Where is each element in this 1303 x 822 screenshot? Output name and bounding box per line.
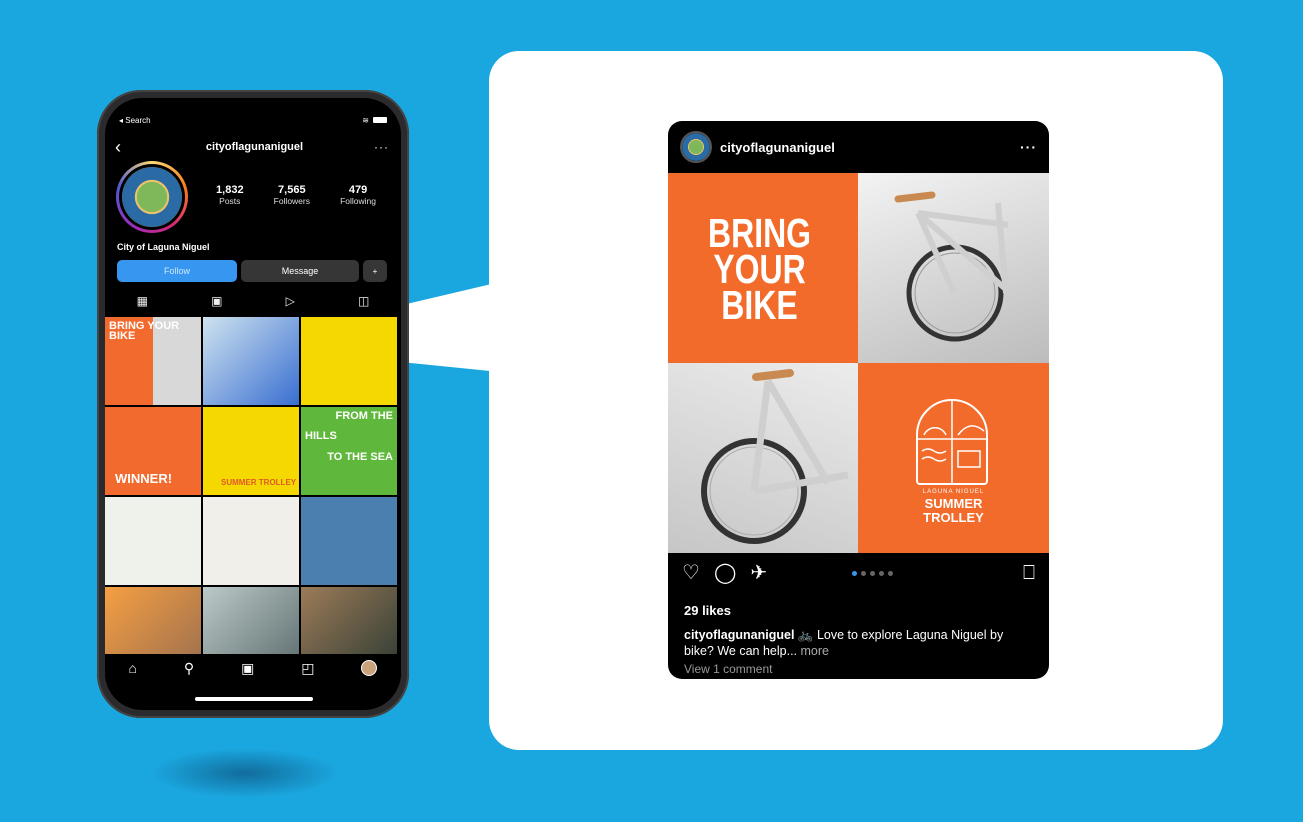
carousel-dot xyxy=(869,570,875,576)
carousel-dot xyxy=(851,570,857,576)
bicycle-illustration xyxy=(701,369,849,544)
heart-icon[interactable]: ♡ xyxy=(682,563,700,583)
caption-username[interactable]: cityoflagunaniguel xyxy=(684,628,794,642)
grid-post-summer-trolley[interactable]: SUMMER TROLLEY xyxy=(203,407,299,495)
post-headline: BRING YOUR BIKE xyxy=(708,212,811,329)
logo-subtitle: LAGUNA NIGUEL xyxy=(922,489,985,495)
stat-posts[interactable]: 1,832 Posts xyxy=(216,184,244,206)
logo-title-line: TROLLEY xyxy=(923,509,984,525)
stat-following[interactable]: 479 Following xyxy=(340,184,376,206)
post-avatar[interactable] xyxy=(680,131,712,163)
profile-username: cityoflagunaniguel xyxy=(205,141,304,153)
instagram-profile-screen: ◂ Search ≋ ‹ cityoflagunaniguel ··· 1,83… xyxy=(105,98,401,710)
headline-panel: BRING YOUR BIKE xyxy=(668,173,858,363)
stat-value: 7,565 xyxy=(278,184,306,196)
stat-value: 1,832 xyxy=(216,184,244,196)
likes-count[interactable]: 29 likes xyxy=(684,603,731,618)
instagram-post: cityoflagunaniguel ··· BRING YOUR BIKE L… xyxy=(668,121,1049,679)
stat-label: Following xyxy=(340,196,376,206)
profile-avatar-tab[interactable] xyxy=(361,660,378,676)
more-options-icon[interactable]: ··· xyxy=(1020,139,1037,155)
grid-post-text: FROM THE xyxy=(335,410,393,422)
caption-more-link[interactable]: more xyxy=(797,644,829,658)
stat-label: Posts xyxy=(219,196,241,206)
headline-line: BIKE xyxy=(721,282,798,329)
follow-button[interactable]: Follow xyxy=(117,260,237,282)
wifi-icon: ≋ xyxy=(362,115,369,125)
profile-avatar[interactable] xyxy=(116,161,188,233)
play-icon[interactable]: ▷ xyxy=(286,294,295,308)
trolley-logo-panel: LAGUNA NIGUEL SUMMER TROLLEY xyxy=(858,363,1049,553)
bike-photo-top xyxy=(858,173,1049,363)
post-image[interactable]: BRING YOUR BIKE LAGUNA NIGUEL SUMMER TRO… xyxy=(668,173,1049,553)
grid-post[interactable] xyxy=(203,317,299,405)
profile-actions: Follow Message + xyxy=(117,260,389,282)
reels-icon[interactable]: ▣ xyxy=(241,660,254,677)
grid-post-bring-your-bike[interactable]: BRING YOUR BIKE xyxy=(105,317,201,405)
post-actions: ♡ ◯ ✈ ⎕ xyxy=(682,561,1035,585)
logo-title: SUMMER TROLLEY xyxy=(858,497,1049,524)
profile-display-name: City of Laguna Niguel xyxy=(117,242,210,252)
grid-post-winner[interactable]: WINNER! xyxy=(105,407,201,495)
grid-post-map[interactable] xyxy=(105,497,201,585)
bicycle-illustration xyxy=(894,191,1010,342)
grid-post-text: HILLS xyxy=(305,430,337,443)
grid-post-text: TO THE SEA xyxy=(327,450,393,463)
carousel-dot xyxy=(860,570,866,576)
home-indicator xyxy=(195,697,313,701)
grid-post[interactable] xyxy=(301,317,397,405)
sun-waves-trolley-icon xyxy=(918,401,986,483)
suggest-users-button[interactable]: + xyxy=(363,260,387,282)
grid-post-text: SUMMER TROLLEY xyxy=(221,478,297,488)
profile-tabs: ▦ ▣ ▷ ◫ xyxy=(105,290,401,312)
reels-icon[interactable]: ▣ xyxy=(211,294,222,308)
phone-shadow xyxy=(150,748,340,798)
post-caption: cityoflagunaniguel 🚲 Love to explore Lag… xyxy=(684,627,1029,660)
carousel-dot xyxy=(878,570,884,576)
carousel-dot xyxy=(887,570,893,576)
carousel-indicator xyxy=(781,570,963,576)
grid-icon[interactable]: ▦ xyxy=(137,294,148,308)
grid-post-text: BRING YOUR BIKE xyxy=(109,320,180,343)
grid-post-hills-to-sea[interactable]: FROM THE HILLS TO THE SEA xyxy=(301,407,397,495)
home-icon[interactable]: ⌂ xyxy=(128,660,136,676)
comment-icon[interactable]: ◯ xyxy=(714,563,736,583)
more-options-icon[interactable]: ··· xyxy=(374,140,389,154)
view-comments-link[interactable]: View 1 comment xyxy=(684,662,772,676)
grid-post-photo[interactable] xyxy=(301,497,397,585)
shop-icon[interactable]: ◰ xyxy=(301,660,314,677)
post-header: cityoflagunaniguel ··· xyxy=(668,121,1049,173)
phone-frame: ◂ Search ≋ ‹ cityoflagunaniguel ··· 1,83… xyxy=(97,90,409,718)
stat-value: 479 xyxy=(348,184,368,196)
post-username[interactable]: cityoflagunaniguel xyxy=(720,140,1020,155)
stat-followers[interactable]: 7,565 Followers xyxy=(274,184,310,206)
bookmark-icon[interactable]: ⎕ xyxy=(1023,563,1035,583)
profile-header: ‹ cityoflagunaniguel ··· xyxy=(115,138,389,156)
grid-post-map[interactable] xyxy=(203,497,299,585)
battery-icon xyxy=(373,117,387,123)
back-to-search[interactable]: ◂ Search xyxy=(119,116,151,125)
search-icon[interactable]: ⚲ xyxy=(184,660,194,677)
phone-notch xyxy=(198,98,310,120)
tagged-icon[interactable]: ◫ xyxy=(358,294,369,308)
share-icon[interactable]: ✈ xyxy=(750,563,767,583)
posts-grid: BRING YOUR BIKE WINNER! SUMMER TROLLEY F… xyxy=(105,317,401,675)
stat-label: Followers xyxy=(273,196,310,206)
grid-post-text: WINNER! xyxy=(115,470,173,486)
profile-stats: 1,832 Posts 7,565 Followers 479 Followin… xyxy=(201,184,391,206)
bike-photo-bottom xyxy=(668,363,858,553)
trolley-logo-mark xyxy=(916,399,988,485)
logo-title-line: SUMMER xyxy=(924,496,983,511)
bottom-tab-bar: ⌂ ⚲ ▣ ◰ xyxy=(105,654,401,682)
back-icon[interactable]: ‹ xyxy=(115,138,135,156)
city-seal-logo xyxy=(682,133,710,161)
message-button[interactable]: Message xyxy=(241,260,359,282)
city-seal-logo xyxy=(122,167,182,227)
